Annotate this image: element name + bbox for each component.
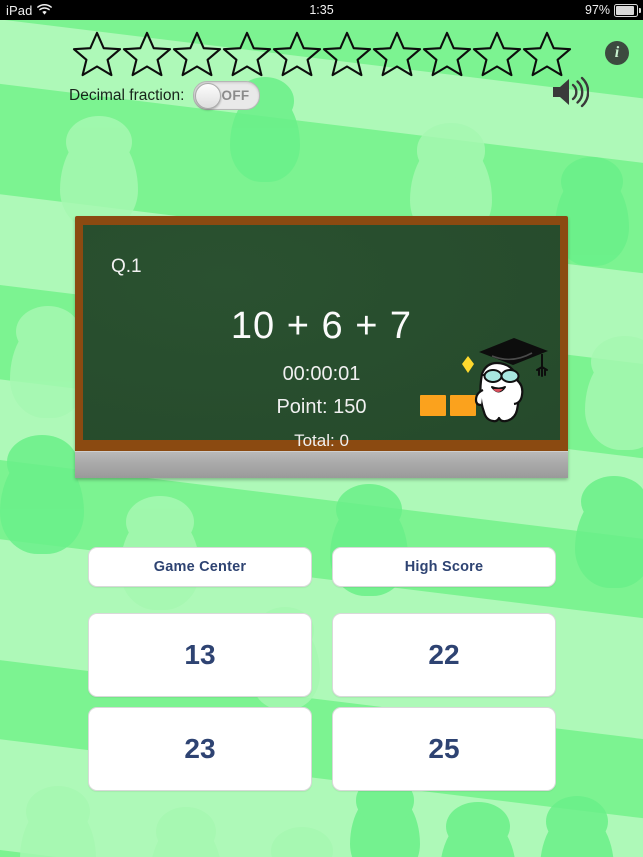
answer-label: 22 xyxy=(428,639,460,670)
bg-silhouette xyxy=(575,476,643,588)
bg-silhouette xyxy=(540,796,614,857)
status-bar-clock: 1:35 xyxy=(309,3,334,17)
answer-label: 23 xyxy=(184,733,216,764)
star-outline-icon[interactable] xyxy=(422,30,472,78)
chalkboard: Q.1 10 + 6 + 7 00:00:01 Point: 150 Total… xyxy=(75,216,568,478)
bg-silhouette xyxy=(585,336,643,450)
total-text: Total: 0 xyxy=(294,431,349,450)
star-outline-icon[interactable] xyxy=(372,30,422,78)
bg-silhouette xyxy=(350,777,420,857)
game-center-button[interactable]: Game Center xyxy=(88,547,312,587)
answer-label: 13 xyxy=(184,639,216,670)
high-score-button[interactable]: High Score xyxy=(332,547,556,587)
bg-silhouette xyxy=(60,116,138,230)
game-center-label: Game Center xyxy=(153,559,247,575)
chalkboard-ledge xyxy=(75,451,568,478)
toggle-knob[interactable] xyxy=(195,83,222,109)
answer-button-1[interactable]: 13 xyxy=(88,613,312,697)
star-outline-icon[interactable] xyxy=(322,30,372,78)
answer-button-4[interactable]: 25 xyxy=(332,707,556,791)
star-outline-icon[interactable] xyxy=(122,30,172,78)
answer-button-3[interactable]: 23 xyxy=(88,707,312,791)
answer-button-2[interactable]: 22 xyxy=(332,613,556,697)
decimal-fraction-toggle[interactable]: OFF xyxy=(193,81,261,110)
decimal-fraction-label: Decimal fraction: xyxy=(69,86,185,104)
status-bar-right: 97% xyxy=(584,3,641,17)
decimal-fraction-toggle-value: OFF xyxy=(221,88,250,103)
star-outline-icon[interactable] xyxy=(522,30,572,78)
graduate-mascot-icon xyxy=(462,338,548,423)
star-outline-icon[interactable] xyxy=(222,30,272,78)
decimal-fraction-row: Decimal fraction: OFF xyxy=(69,81,261,110)
star-outline-icon[interactable] xyxy=(72,30,122,78)
info-icon[interactable]: i xyxy=(605,41,629,65)
bg-silhouette xyxy=(265,827,339,857)
star-outline-icon[interactable] xyxy=(272,30,322,78)
chalkboard-surface: Q.1 10 + 6 + 7 00:00:01 Point: 150 Total… xyxy=(83,225,560,450)
status-bar: iPad 1:35 97% xyxy=(0,0,643,20)
question-number: Q.1 xyxy=(111,256,142,277)
info-glyph: i xyxy=(614,44,620,61)
battery-icon xyxy=(614,3,641,17)
answer-label: 25 xyxy=(428,733,460,764)
speaker-on-icon[interactable] xyxy=(549,75,589,109)
star-rating[interactable] xyxy=(0,28,643,80)
bg-silhouette xyxy=(440,801,516,857)
star-outline-icon[interactable] xyxy=(172,30,222,78)
bg-silhouette xyxy=(0,435,84,554)
bg-silhouette xyxy=(20,786,96,857)
battery-percent: 97% xyxy=(584,3,610,17)
high-score-label: High Score xyxy=(404,559,484,575)
app-root: iPad 1:35 97% i Decimal fraction: OFF Q.… xyxy=(0,0,643,857)
bg-silhouette xyxy=(150,806,222,857)
star-outline-icon[interactable] xyxy=(472,30,522,78)
